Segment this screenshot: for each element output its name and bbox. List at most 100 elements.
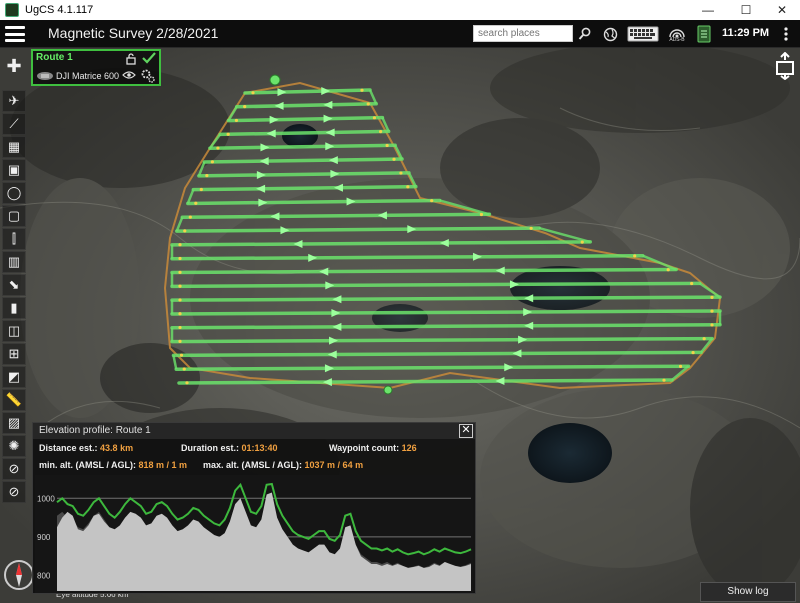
globe-icon[interactable] (600, 24, 620, 44)
ruler-icon[interactable]: 📏 (2, 389, 26, 411)
waypoint-marker[interactable] (580, 240, 584, 244)
waypoint-marker[interactable] (399, 171, 403, 175)
waypoint-marker[interactable] (234, 118, 239, 123)
waypoint-marker[interactable] (243, 105, 247, 109)
waypoint-marker[interactable] (666, 268, 670, 272)
max-altitude-label: max. alt. (AMSL / AGL): (203, 460, 303, 470)
waypoint-marker[interactable] (379, 130, 383, 134)
adsb-icon[interactable]: ADS-B (664, 24, 690, 44)
corridor-icon[interactable]: ⫿ (2, 228, 26, 250)
menu-bar (5, 32, 25, 36)
hatch-icon[interactable]: ▨ (2, 412, 26, 434)
waypoint-marker[interactable] (210, 160, 214, 164)
device-icon[interactable] (694, 24, 714, 44)
waypoint-marker[interactable] (178, 243, 182, 247)
nofly-zone-icon[interactable]: ⊘ (2, 458, 26, 480)
waypoint-marker[interactable] (633, 254, 637, 258)
duration-stat: Duration est.: 01:13:40 (181, 443, 278, 453)
sun-icon[interactable]: ✺ (2, 435, 26, 457)
waypoint-add-icon[interactable]: ✚ (2, 48, 26, 84)
waypoint-marker[interactable] (529, 226, 533, 230)
waypoint-marker[interactable] (366, 102, 370, 106)
waypoint-marker[interactable] (178, 298, 182, 302)
waypoint-marker[interactable] (216, 146, 220, 150)
waypoint-marker[interactable] (178, 270, 182, 274)
waypoint-marker[interactable] (662, 378, 666, 382)
distance-stat: Distance est.: 43.8 km (39, 443, 133, 453)
waypoint-marker[interactable] (392, 157, 396, 161)
compass-icon[interactable] (4, 550, 34, 600)
search-places-input[interactable] (473, 25, 573, 42)
network-icon[interactable]: ⊞ (2, 343, 26, 365)
elevation-chart[interactable]: 1000 900 800 (35, 475, 473, 593)
waypoint-marker[interactable] (702, 337, 706, 341)
chart-y-tick-label: 800 (37, 572, 51, 581)
waypoint-marker[interactable] (183, 229, 187, 233)
waypoint-marker[interactable] (185, 381, 189, 385)
waypoint-marker[interactable] (690, 281, 694, 286)
gradient-icon[interactable]: ◩ (2, 366, 26, 388)
clock: 11:29 PM (722, 27, 770, 39)
waypoint-marker[interactable] (385, 143, 389, 148)
facade-icon[interactable]: ▥ (2, 251, 26, 273)
waypoint-marker[interactable] (205, 174, 209, 178)
takeoff-icon[interactable]: ✈ (2, 90, 26, 112)
spiral-icon[interactable]: ◫ (2, 320, 26, 342)
waypoint-marker[interactable] (194, 201, 198, 205)
forbidden-icon[interactable]: ⊘ (2, 481, 26, 503)
keyboard-icon[interactable] (626, 24, 660, 44)
duration-label: Duration est.: (181, 443, 240, 453)
waypoint-marker[interactable] (710, 323, 714, 327)
search-icon[interactable] (575, 24, 595, 44)
close-button[interactable]: ✕ (764, 0, 800, 20)
polyline-icon[interactable]: ⟋ (2, 113, 26, 135)
waypoint-marker[interactable] (179, 353, 184, 357)
waypoint-marker[interactable] (188, 215, 192, 219)
waypoint-marker[interactable] (479, 212, 484, 217)
waypoint-marker[interactable] (182, 367, 186, 371)
waypoint-marker[interactable] (178, 325, 182, 330)
settings-gear-icon[interactable] (140, 68, 156, 84)
more-icon[interactable] (776, 24, 796, 44)
eye-icon[interactable] (122, 70, 136, 80)
waypoint-marker[interactable] (430, 199, 434, 203)
waypoint-marker[interactable] (678, 364, 683, 368)
waypoint-marker[interactable] (372, 116, 377, 120)
min-altitude-label: min. alt. (AMSL / AGL): (39, 460, 136, 470)
max-altitude-stat: max. alt. (AMSL / AGL): 1037 m / 64 m (203, 460, 363, 470)
landing-icon[interactable]: ⬊ (2, 274, 26, 296)
checkmark-icon[interactable] (141, 51, 157, 65)
waypoint-marker[interactable] (251, 91, 255, 95)
ugcs-app-window: UgCS 4.1.117 — ☐ ✕ Magnetic Survey 2/28/… (0, 0, 800, 603)
maximize-button[interactable]: ☐ (728, 0, 764, 20)
waypoint-marker[interactable] (691, 350, 695, 355)
chart-y-tick-label: 900 (37, 533, 51, 542)
waypoint-marker[interactable] (226, 132, 230, 136)
route-start-marker[interactable] (269, 74, 281, 86)
perimeter-icon[interactable]: ▢ (2, 205, 26, 227)
mission-title: Magnetic Survey 2/28/2021 (48, 25, 219, 41)
route-card[interactable]: Route 1 DJI Matrice 600 (31, 49, 161, 86)
ugcs-logo-icon (5, 3, 19, 17)
waypoint-marker[interactable] (178, 312, 182, 316)
minimize-button[interactable]: — (690, 0, 726, 20)
main-menu-button[interactable] (5, 26, 25, 42)
waypoint-marker[interactable] (178, 256, 182, 261)
photogrammetry-icon[interactable]: ▣ (2, 159, 26, 181)
waypoint-marker[interactable] (178, 339, 182, 343)
route-end-marker[interactable] (383, 385, 393, 395)
waypoint-marker[interactable] (199, 187, 203, 192)
waypoint-marker[interactable] (178, 284, 182, 288)
waypoint-marker[interactable] (360, 88, 364, 92)
area-scan-icon[interactable]: ▦ (2, 136, 26, 158)
waypoint-marker[interactable] (710, 309, 714, 313)
waypoint-marker[interactable] (710, 295, 714, 299)
show-log-button[interactable]: Show log (700, 582, 796, 602)
waypoint-marker[interactable] (406, 185, 410, 189)
elevation-close-button[interactable]: ✕ (459, 424, 473, 438)
waypoint-tools-icon[interactable] (774, 52, 796, 80)
circle-icon[interactable]: ◯ (2, 182, 26, 204)
elevation-panel-title: Elevation profile: Route 1 (39, 425, 151, 436)
lock-icon[interactable] (125, 53, 137, 65)
bars-icon[interactable]: ▮ (2, 297, 26, 319)
